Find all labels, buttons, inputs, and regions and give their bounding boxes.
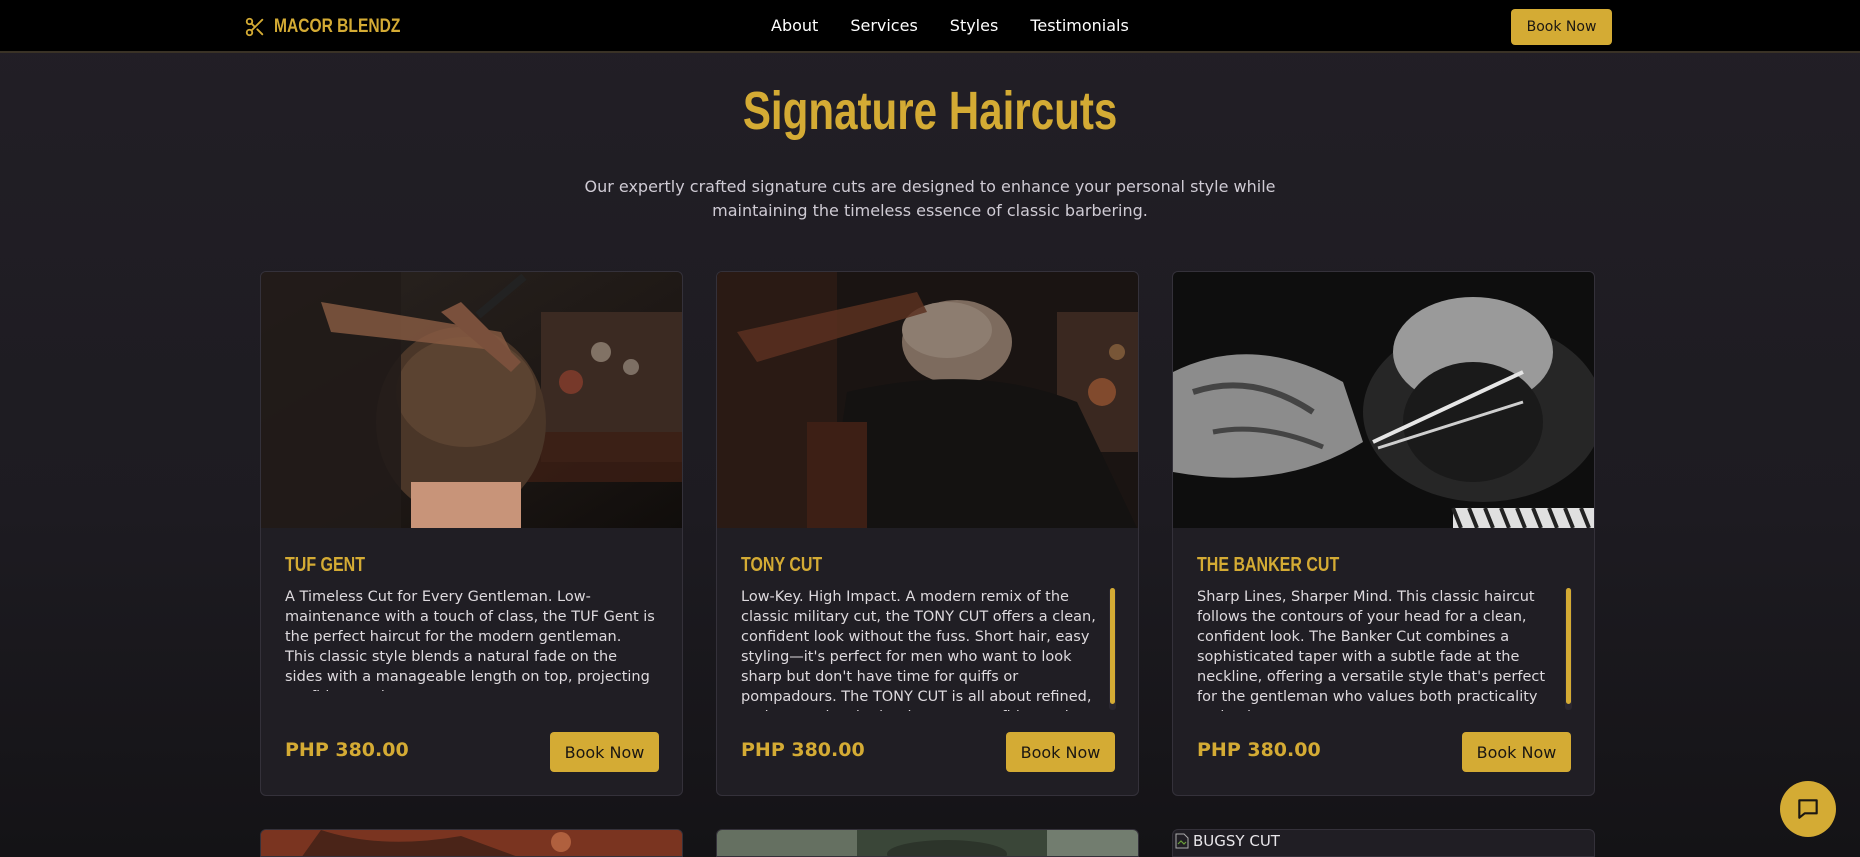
- card-title: TUF GENT: [285, 554, 365, 576]
- brand-logo[interactable]: MACOR BLENDZ: [244, 14, 428, 40]
- section-subtitle: Our expertly crafted signature cuts are …: [584, 177, 1276, 220]
- brand-name: MACOR BLENDZ: [274, 16, 401, 37]
- haircut-photo: [261, 272, 682, 528]
- nav-book-now-button[interactable]: Book Now: [1511, 9, 1612, 45]
- card-book-now-button[interactable]: Book Now: [550, 732, 659, 772]
- nav-link-services[interactable]: Services: [850, 15, 917, 37]
- haircut-card-row2-1: [260, 829, 683, 857]
- card-price: PHP 380.00: [1197, 739, 1321, 761]
- nav-links: About Services Styles Testimonials: [771, 15, 1161, 37]
- card-description: Sharp Lines, Sharper Mind. This classic …: [1197, 589, 1546, 711]
- haircut-card-tony-cut: TONY CUT Low-Key. High Impact. A modern …: [716, 271, 1139, 796]
- haircut-photo: [261, 830, 682, 856]
- description-scrollbar-thumb[interactable]: [1566, 588, 1571, 704]
- nav-link-testimonials[interactable]: Testimonials: [1030, 15, 1129, 37]
- card-title: TONY CUT: [741, 554, 823, 576]
- card-price: PHP 380.00: [741, 739, 865, 761]
- broken-image-alt-text: BUGSY CUT: [1193, 832, 1280, 850]
- top-navbar: MACOR BLENDZ About Services Styles Testi…: [0, 0, 1860, 53]
- description-scrollbar-thumb[interactable]: [1110, 588, 1115, 704]
- broken-image-icon: [1175, 833, 1189, 849]
- haircut-photo: [717, 272, 1138, 528]
- nav-link-styles[interactable]: Styles: [950, 15, 999, 37]
- haircut-photo: [717, 830, 1138, 856]
- haircut-card-banker-cut: THE BANKER CUT Sharp Lines, Sharper Mind…: [1172, 271, 1595, 796]
- card-book-now-button[interactable]: Book Now: [1006, 732, 1115, 772]
- scissors-icon: [245, 17, 264, 37]
- card-description: Low-Key. High Impact. A modern remix of …: [741, 589, 1096, 711]
- haircut-card-tuf-gent: TUF GENT A Timeless Cut for Every Gentle…: [260, 271, 683, 796]
- chat-bubble-icon: [1798, 799, 1818, 819]
- card-price: PHP 380.00: [285, 739, 409, 761]
- section-title: Signature Haircuts: [742, 81, 1118, 141]
- chat-button[interactable]: [1780, 781, 1836, 837]
- haircut-card-bugsy-cut: BUGSY CUT: [1172, 829, 1595, 857]
- card-title: THE BANKER CUT: [1197, 554, 1340, 576]
- card-book-now-button[interactable]: Book Now: [1462, 732, 1571, 772]
- haircut-photo: [1173, 272, 1594, 528]
- broken-image: BUGSY CUT: [1175, 832, 1280, 850]
- card-description: A Timeless Cut for Every Gentleman. Low-…: [285, 589, 655, 691]
- haircut-card-row2-2: [716, 829, 1139, 857]
- nav-link-about[interactable]: About: [771, 15, 818, 37]
